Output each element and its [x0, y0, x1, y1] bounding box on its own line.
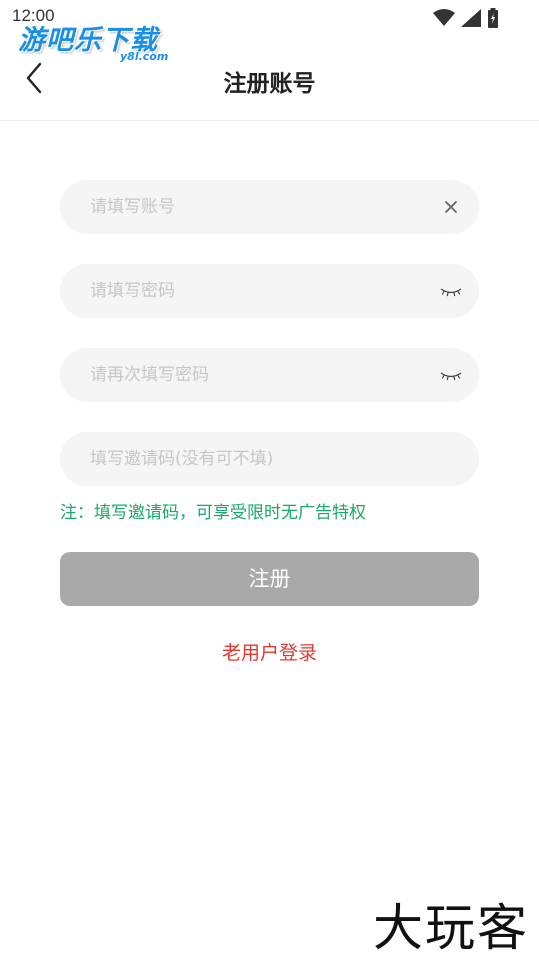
password-visibility-toggle[interactable] — [439, 279, 463, 303]
eye-closed-icon — [440, 288, 462, 297]
password-input[interactable] — [90, 264, 420, 318]
confirm-password-visibility-toggle[interactable] — [439, 363, 463, 387]
account-input[interactable] — [90, 180, 420, 234]
battery-icon — [488, 8, 498, 28]
eye-closed-icon — [440, 372, 462, 381]
nav-header: 注册账号 — [0, 36, 539, 121]
account-field — [60, 180, 479, 234]
status-icons — [433, 8, 499, 28]
clear-button[interactable] — [439, 195, 463, 219]
watermark-bottom: 大玩客 — [373, 899, 529, 957]
invite-note: 注：填写邀请码，可享受限时无广告特权 — [60, 503, 366, 523]
register-button[interactable]: 注册 — [60, 552, 479, 606]
close-icon — [445, 201, 457, 213]
invite-code-field — [60, 432, 479, 486]
signal-icon — [461, 9, 481, 27]
password-field — [60, 264, 479, 318]
invite-code-input[interactable] — [90, 432, 420, 486]
page-title: 注册账号 — [223, 71, 316, 97]
wifi-icon — [433, 9, 455, 26]
existing-user-login-link[interactable]: 老用户登录 — [0, 638, 539, 665]
confirm-password-field — [60, 348, 479, 402]
confirm-password-input[interactable] — [90, 348, 420, 402]
